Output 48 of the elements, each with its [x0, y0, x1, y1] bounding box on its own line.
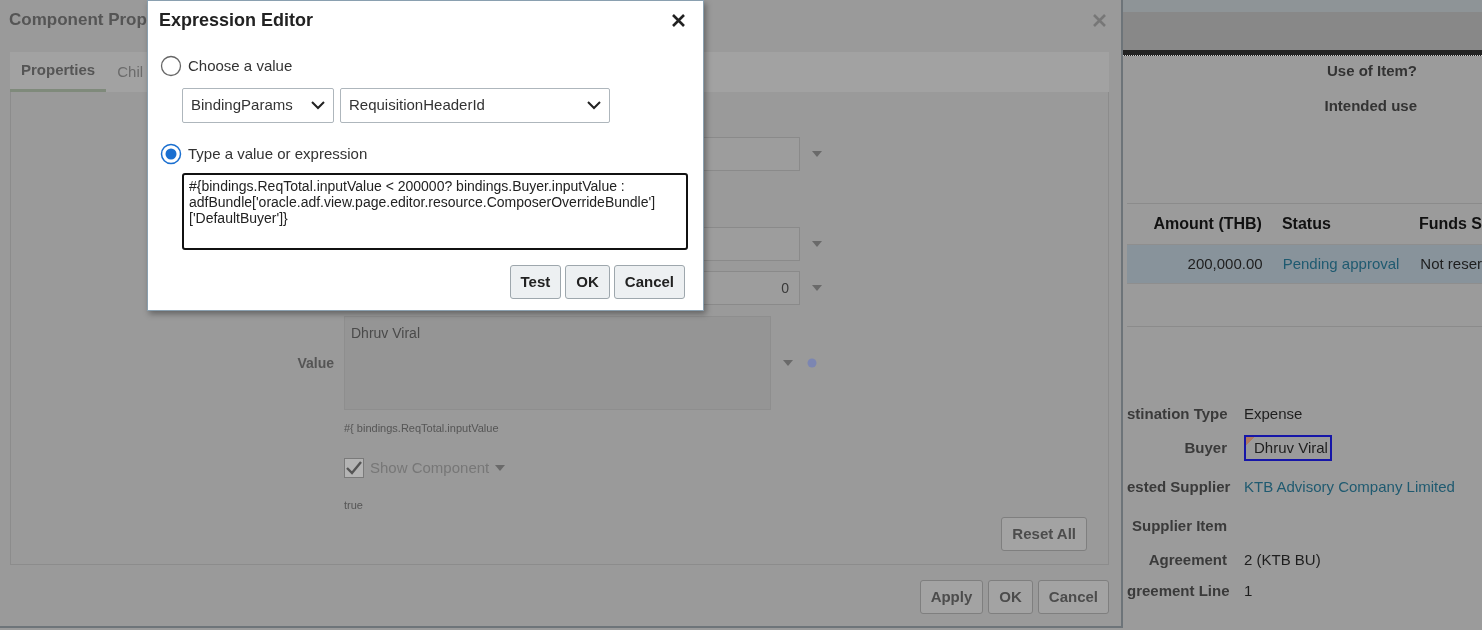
- status-link[interactable]: Pending approval: [1276, 252, 1415, 276]
- dialog-button[interactable]: Cancel: [1037, 580, 1109, 614]
- caret-icon[interactable]: [495, 464, 506, 471]
- field-label: stination Type: [1127, 403, 1227, 424]
- caret-icon[interactable]: [812, 241, 822, 247]
- caret-icon[interactable]: [783, 360, 793, 366]
- field-label: Agreement: [1147, 549, 1227, 570]
- dropdown-select[interactable]: RequisitionHeaderId: [340, 87, 610, 123]
- radio-button[interactable]: [160, 142, 182, 165]
- caret-icon[interactable]: [812, 285, 822, 291]
- caret-icon[interactable]: [812, 151, 822, 157]
- table-row[interactable]: 200,000.00 Pending approval Not reser: [1127, 244, 1482, 284]
- field-label: Value: [296, 354, 335, 373]
- status-dot-icon: [807, 358, 817, 368]
- hint-text: true: [344, 498, 364, 513]
- column-header: Amount (THB): [1152, 214, 1263, 234]
- tab[interactable]: Properties: [10, 52, 107, 92]
- field-value: 1: [1244, 581, 1253, 601]
- field-value: 2 (KTB BU): [1244, 549, 1321, 570]
- field-value: Expense: [1244, 403, 1303, 424]
- chevron-icon: [311, 100, 325, 110]
- column-header: Funds S: [1417, 214, 1482, 234]
- expression-textarea[interactable]: #{bindings.ReqTotal.inputValue < 200000? bindings.Buyer.inputValue : adfBundle['oracle.adf.view.page.editor.resource.ComposerOverrideBundle']['DefaultBuyer']}: [182, 173, 688, 250]
- dialog-button[interactable]: Apply: [919, 580, 984, 614]
- chevron-icon: [587, 100, 601, 110]
- dialog-button[interactable]: OK: [988, 580, 1033, 614]
- radio-label: Choose a value: [188, 56, 293, 76]
- dialog-button[interactable]: Test: [509, 265, 562, 299]
- close-icon[interactable]: [671, 12, 686, 28]
- column-header: Status: [1280, 214, 1332, 234]
- dropdown-select[interactable]: BindingParams: [182, 87, 334, 123]
- buyer-field[interactable]: Dhruv Viral: [1244, 434, 1332, 462]
- dialog-button[interactable]: Cancel: [613, 265, 685, 299]
- radio-button[interactable]: [160, 55, 182, 78]
- radio-label: Type a value or expression: [188, 143, 368, 164]
- field-label: Intended use: [1323, 97, 1417, 115]
- dialog-title: Expression Editor: [159, 8, 314, 32]
- field-label: Supplier Item: [1130, 515, 1227, 536]
- field-label: Buyer: [1183, 437, 1227, 458]
- dialog-title: Component Prop: [9, 9, 147, 32]
- dialog-button[interactable]: OK: [565, 265, 610, 299]
- supplier-link[interactable]: KTB Advisory Company Limited: [1244, 475, 1455, 499]
- hint-text: #{ bindings.ReqTotal.inputValue: [344, 421, 500, 436]
- table-cell-text: 200,000.00: [1186, 253, 1264, 274]
- table-cell-text: Not reser: [1419, 253, 1482, 274]
- reset-button[interactable]: Reset All: [1001, 517, 1087, 551]
- field-label: Use of Item?: [1326, 62, 1417, 80]
- field-label: greement Line: [1127, 581, 1227, 601]
